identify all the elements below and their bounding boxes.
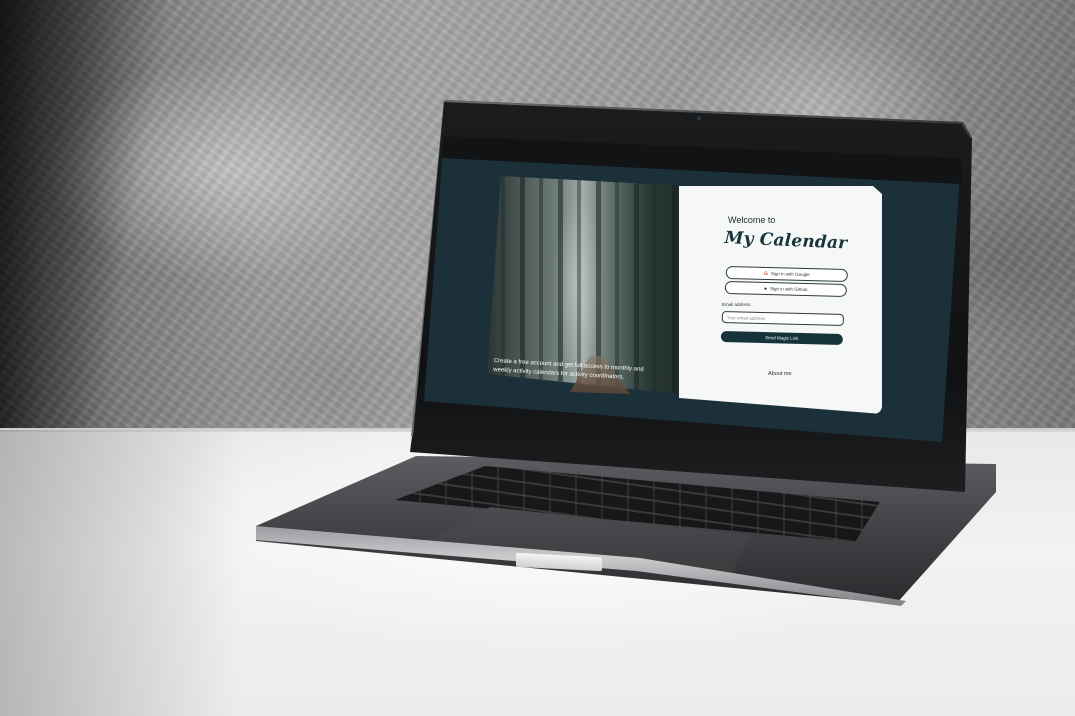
github-sign-in-label: Sign in with Github bbox=[770, 286, 808, 293]
email-input[interactable]: Your email address bbox=[721, 311, 844, 326]
google-icon: G bbox=[763, 270, 768, 278]
about-me-link[interactable]: About me bbox=[768, 371, 792, 377]
welcome-text: Welcome to bbox=[728, 215, 776, 225]
email-label: Email address bbox=[722, 302, 751, 307]
table-shadow bbox=[0, 430, 240, 716]
google-sign-in-label: Sign in with Google bbox=[770, 271, 810, 278]
github-icon: ● bbox=[763, 285, 768, 293]
webcam-icon bbox=[697, 116, 701, 120]
login-card bbox=[679, 186, 882, 414]
